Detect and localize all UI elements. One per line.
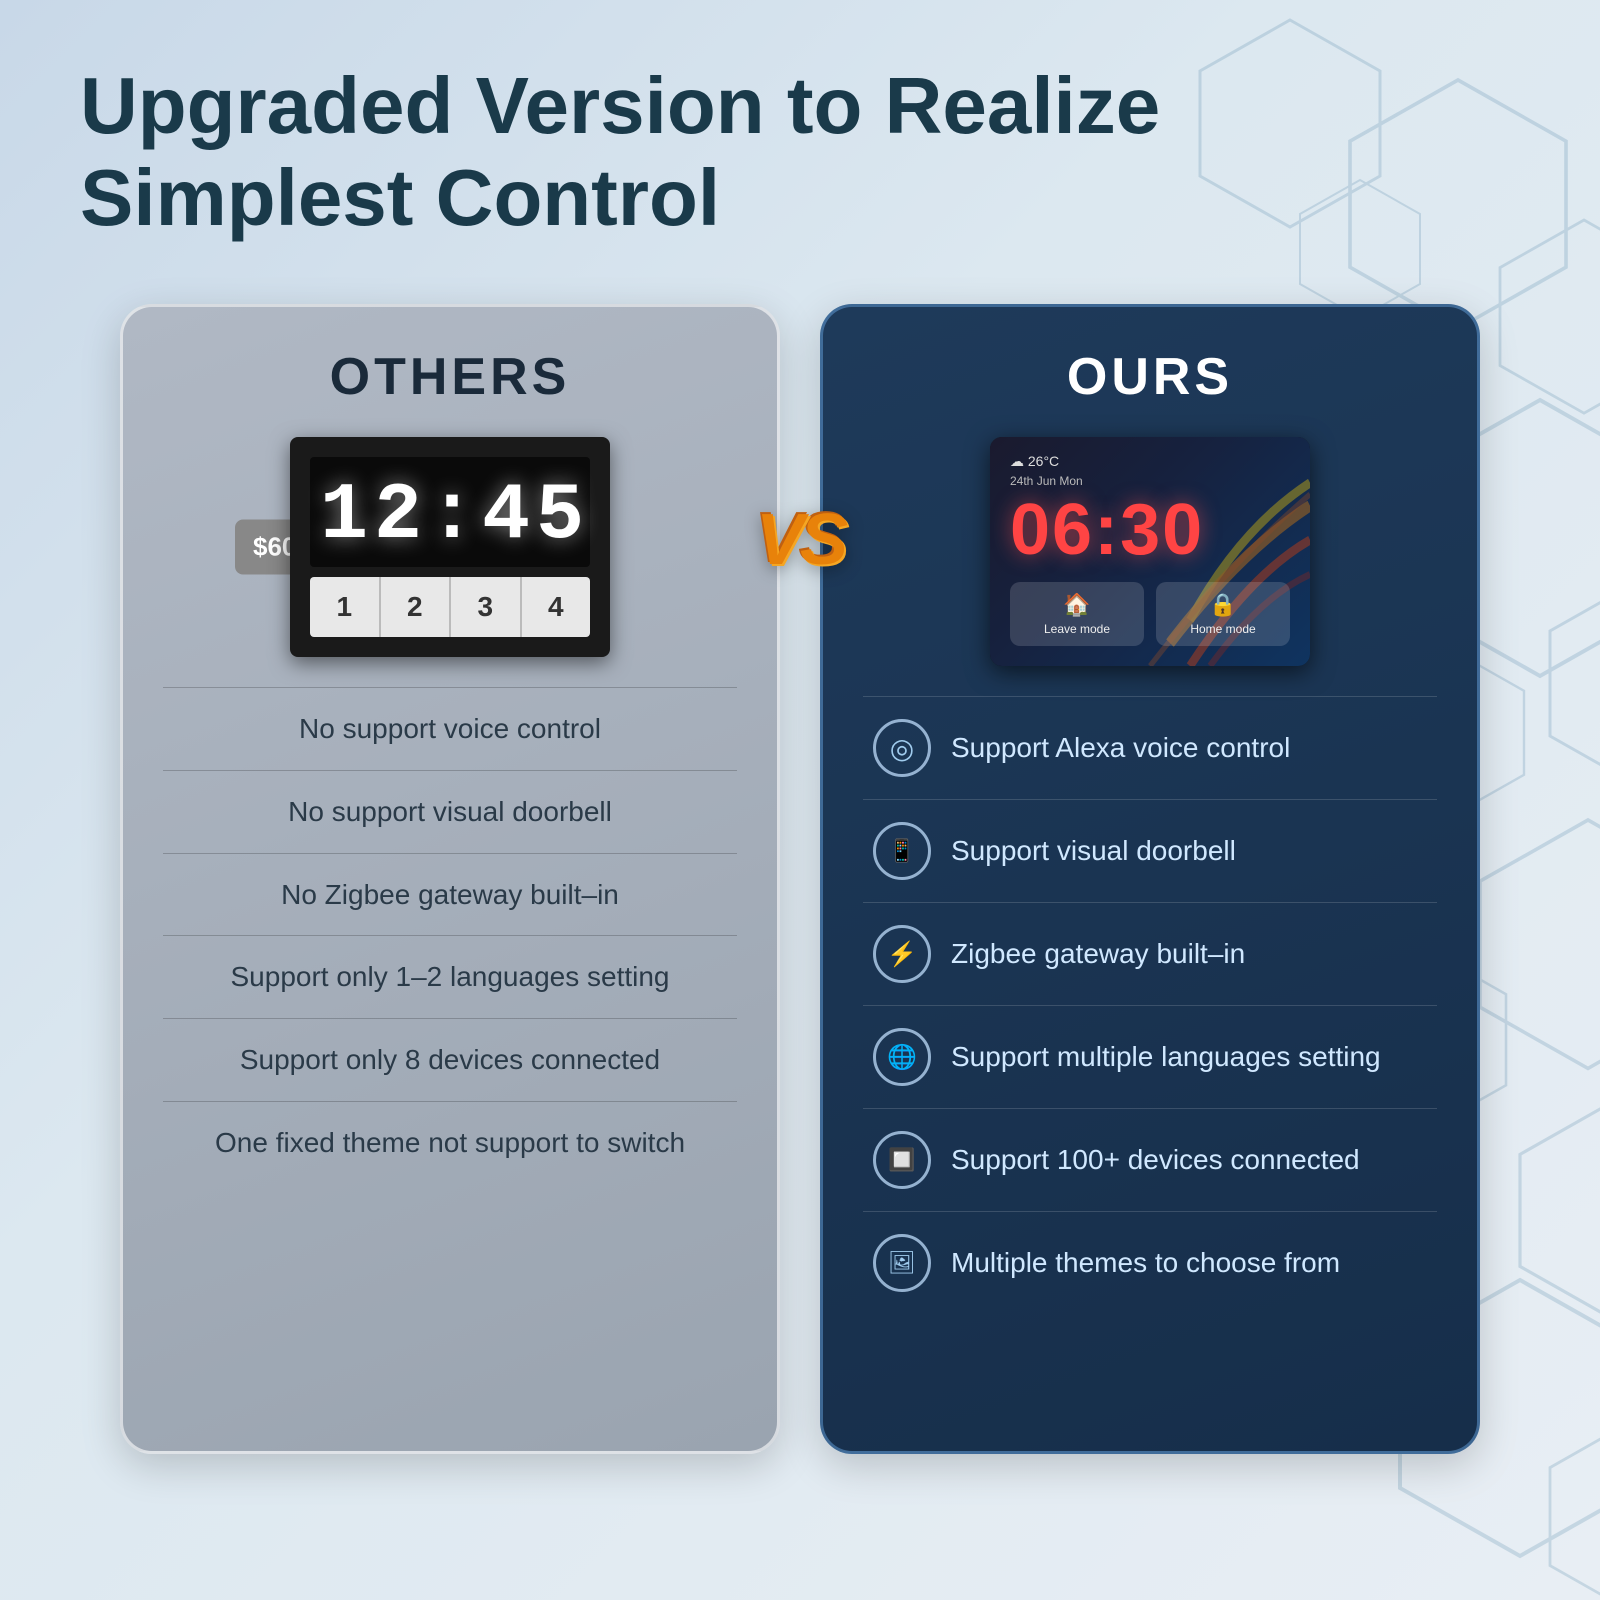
devices-icon: 🔲 [873, 1131, 931, 1189]
themes-icon: 🖼 [873, 1234, 931, 1292]
clock-btn-3[interactable]: 3 [451, 577, 522, 637]
ours-date: 24th Jun Mon [1010, 474, 1290, 488]
feature-row-4: Support only 8 devices connected [173, 1019, 727, 1101]
clock-btn-4[interactable]: 4 [522, 577, 591, 637]
ours-feature-text-0: Support Alexa voice control [951, 729, 1427, 767]
feature-text-3: Support only 1–2 languages setting [173, 958, 727, 996]
ours-feature-text-5: Multiple themes to choose from [951, 1244, 1427, 1282]
ours-clock-time: 06:30 [1010, 494, 1290, 566]
ours-feature-text-1: Support visual doorbell [951, 832, 1427, 870]
feature-row-2: No Zigbee gateway built–in [173, 854, 727, 936]
ours-weather: ☁ 26°C [1010, 453, 1059, 470]
ours-feature-row-3: 🌐 Support multiple languages setting [873, 1006, 1427, 1108]
ours-features: ◎ Support Alexa voice control 📱 Support … [873, 696, 1427, 1314]
ours-feature-text-4: Support 100+ devices connected [951, 1141, 1427, 1179]
clock-time: 12:45 [320, 477, 580, 557]
ours-feature-row-2: ⚡ Zigbee gateway built–in [873, 903, 1427, 1005]
others-features: No support voice control No support visu… [173, 687, 727, 1184]
doorbell-icon: 📱 [873, 822, 931, 880]
feature-text-5: One fixed theme not support to switch [173, 1124, 727, 1162]
ours-feature-row-0: ◎ Support Alexa voice control [873, 697, 1427, 799]
home-mode-label: Home mode [1172, 622, 1274, 636]
clock-btn-1[interactable]: 1 [310, 577, 381, 637]
feature-text-0: No support voice control [173, 710, 727, 748]
feature-row-1: No support visual doorbell [173, 771, 727, 853]
feature-row-3: Support only 1–2 languages setting [173, 936, 727, 1018]
ours-feature-row-4: 🔲 Support 100+ devices connected [873, 1109, 1427, 1211]
clock-buttons: 1 2 3 4 [310, 577, 590, 637]
leave-mode-icon: 🏠 [1026, 592, 1128, 618]
home-mode-icon: 🔒 [1172, 592, 1274, 618]
ours-mode-row: 🏠 Leave mode 🔒 Home mode [1010, 582, 1290, 646]
zigbee-icon: ⚡ [873, 925, 931, 983]
others-device: 12:45 1 2 3 4 [290, 437, 610, 657]
ours-device: ☁ 26°C 24th Jun Mon 06:30 🏠 Leave mode 🔒 [990, 437, 1310, 666]
alexa-icon: ◎ [873, 719, 931, 777]
ours-feature-row-1: 📱 Support visual doorbell [873, 800, 1427, 902]
vs-badge: VS [756, 504, 844, 576]
clock-btn-2[interactable]: 2 [381, 577, 452, 637]
ours-card: OURS ☁ 26°C 24t [820, 304, 1480, 1454]
comparison-container: VS OTHERS $60 12:45 1 2 3 4 [80, 304, 1520, 1454]
leave-mode-btn[interactable]: 🏠 Leave mode [1010, 582, 1144, 646]
feature-row-5: One fixed theme not support to switch [173, 1102, 727, 1184]
others-header: OTHERS [173, 347, 727, 407]
ours-feature-text-2: Zigbee gateway built–in [951, 935, 1427, 973]
language-icon: 🌐 [873, 1028, 931, 1086]
feature-row-0: No support voice control [173, 688, 727, 770]
feature-text-2: No Zigbee gateway built–in [173, 876, 727, 914]
others-card: OTHERS $60 12:45 1 2 3 4 [120, 304, 780, 1454]
clock-display: 12:45 [310, 457, 590, 567]
ours-feature-text-3: Support multiple languages setting [951, 1038, 1427, 1076]
ours-screen: ☁ 26°C 24th Jun Mon 06:30 🏠 Leave mode 🔒 [990, 437, 1310, 666]
ours-feature-row-5: 🖼 Multiple themes to choose from [873, 1212, 1427, 1314]
home-mode-btn[interactable]: 🔒 Home mode [1156, 582, 1290, 646]
leave-mode-label: Leave mode [1026, 622, 1128, 636]
page-title: Upgraded Version to Realize Simplest Con… [80, 60, 1180, 244]
ours-header: OURS [873, 347, 1427, 407]
feature-text-1: No support visual doorbell [173, 793, 727, 831]
ours-weather-row: ☁ 26°C [1010, 453, 1290, 470]
feature-text-4: Support only 8 devices connected [173, 1041, 727, 1079]
